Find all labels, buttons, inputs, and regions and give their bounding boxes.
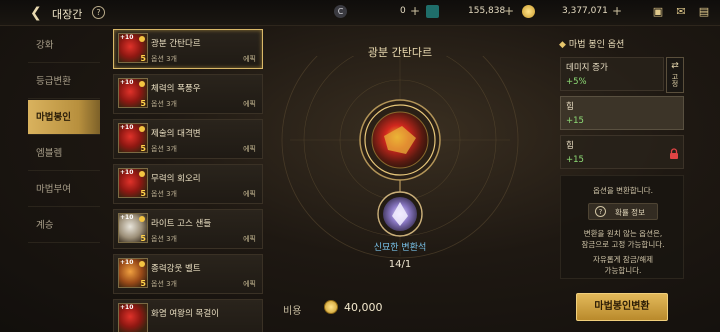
page-title: 대장간 <box>52 8 83 21</box>
item-thumbnail: +10 5 <box>118 168 148 198</box>
lock-hint-line1: 변환을 원치 않는 옵션은, <box>583 229 663 238</box>
item-name: 라이트 고스 샌들 <box>151 219 212 229</box>
item-name: 체력의 폭풍우 <box>151 84 201 94</box>
item-thumbnail: +10 5 <box>118 123 148 153</box>
currency1-add-button[interactable]: + <box>410 4 420 18</box>
option-row-strength-2[interactable]: 힘 +15 <box>560 135 684 169</box>
coin-currency-icon: C <box>334 5 347 18</box>
currency2-add-button[interactable]: + <box>504 4 514 18</box>
item-name: 무력의 회오리 <box>151 174 201 184</box>
nav-item-magic-seal[interactable]: 마법봉인 <box>28 100 100 135</box>
list-item[interactable]: +10 화염 여왕의 목걸이 <box>113 299 263 332</box>
lock-icon[interactable] <box>669 148 679 159</box>
item-grade: 에픽 <box>243 280 256 288</box>
currency3-value: 3,377,071 <box>562 6 608 16</box>
gold-currency-icon <box>522 5 535 18</box>
item-name: 제술의 대격변 <box>151 129 201 139</box>
item-name: 종력강웃 벨트 <box>151 264 201 274</box>
item-grade: 에픽 <box>243 55 256 63</box>
material-name: 신묘한 변환석 <box>373 243 427 253</box>
item-list: +10 5 광분 간탄다르 옵션 3개 에픽 +10 5 체력의 폭풍우 옵션 3개… <box>113 29 263 332</box>
probability-info-button[interactable]: ? 확률 정보 <box>588 203 658 220</box>
item-option-count: 옵션 3개 <box>151 280 177 288</box>
magic-seal-convert-button[interactable]: 마법봉인변환 <box>576 293 668 321</box>
gem-currency-icon <box>426 5 439 18</box>
question-icon: ? <box>595 206 606 217</box>
item-option-count: 옵션 3개 <box>151 190 177 198</box>
lock-hint-line3: 자유롭게 잠금/해제 <box>592 255 654 264</box>
nav-item-emblem[interactable]: 엠블렘 <box>28 136 100 171</box>
forge-screen: ❮ 대장간 ? C 0 + 155,838 + 3,377,071 + ▣ ✉ … <box>0 0 720 332</box>
cost-value: 40,000 <box>344 301 383 314</box>
convert-message: 옵션을 변환합니다. <box>593 186 653 195</box>
material-slot[interactable] <box>377 191 423 237</box>
selected-item-slot[interactable] <box>359 99 441 181</box>
nav-item-inherit[interactable]: 계승 <box>28 208 100 243</box>
item-thumbnail: +10 5 <box>118 78 148 108</box>
item-grade: 에픽 <box>243 190 256 198</box>
list-item[interactable]: +10 5 라이트 고스 샌들 옵션 3개 에픽 <box>113 209 263 249</box>
item-thumbnail: +10 <box>118 303 148 332</box>
mail-icon[interactable]: ✉ <box>673 5 689 19</box>
chest-icon[interactable]: ▣ <box>650 5 666 19</box>
item-grade: 에픽 <box>243 145 256 153</box>
item-option-count: 옵션 3개 <box>151 100 177 108</box>
option-row-damage[interactable]: 데미지 증가 +5% <box>560 57 664 91</box>
bullet-icon: ◆ <box>559 40 566 50</box>
top-bar: ❮ 대장간 ? C 0 + 155,838 + 3,377,071 + ▣ ✉ … <box>0 0 720 26</box>
list-item[interactable]: +10 5 체력의 폭풍우 옵션 3개 에픽 <box>113 74 263 114</box>
option-row-strength-1[interactable]: 힘 +15 <box>560 96 684 130</box>
item-name: 화염 여왕의 목걸이 <box>151 309 219 319</box>
nav-item-grade-convert[interactable]: 등급변환 <box>28 64 100 99</box>
list-item[interactable]: +10 5 종력강웃 벨트 옵션 3개 에픽 <box>113 254 263 294</box>
list-item[interactable]: +10 5 제술의 대격변 옵션 3개 에픽 <box>113 119 263 159</box>
help-icon[interactable]: ? <box>92 6 105 19</box>
item-thumbnail: +10 5 <box>118 258 148 288</box>
gold-coin-icon <box>324 300 338 314</box>
item-name: 광분 간탄다르 <box>151 39 201 49</box>
nav-item-enchant[interactable]: 마법부여 <box>28 172 100 207</box>
back-arrow-icon[interactable]: ❮ <box>30 5 46 21</box>
item-thumbnail: +10 5 <box>118 213 148 243</box>
list-item[interactable]: +10 5 무력의 회오리 옵션 3개 에픽 <box>113 164 263 204</box>
item-option-count: 옵션 3개 <box>151 235 177 243</box>
lock-hint-line2: 잠금으로 고정 가능합니다. <box>581 240 665 249</box>
currency2-value: 155,838 <box>468 6 506 16</box>
item-option-count: 옵션 3개 <box>151 55 177 63</box>
lock-hint-line4: 가능합니다. <box>604 266 642 275</box>
forge-nav: 강화 등급변환 마법봉인 엠블렘 마법부여 계승 <box>28 28 100 244</box>
swap-lock-button[interactable]: ⇄ 고정 <box>666 57 684 93</box>
currency3-add-button[interactable]: + <box>612 4 622 18</box>
cost-label: 비용 <box>283 306 302 317</box>
swap-icon: ⇄ <box>671 61 679 71</box>
material-count: 14/1 <box>388 259 412 270</box>
seal-options-title: ◆ 마법 봉인 옵션 <box>559 40 625 50</box>
seal-info-box: 옵션을 변환합니다. ? 확률 정보 변환을 원치 않는 옵션은, 잠금으로 고… <box>560 175 684 279</box>
chat-icon[interactable]: ▤ <box>696 5 712 19</box>
item-option-count: 옵션 3개 <box>151 145 177 153</box>
currency1-value: 0 <box>400 6 406 16</box>
item-grade: 에픽 <box>243 100 256 108</box>
item-grade: 에픽 <box>243 235 256 243</box>
list-item[interactable]: +10 5 광분 간탄다르 옵션 3개 에픽 <box>113 29 263 69</box>
item-thumbnail: +10 5 <box>118 33 148 63</box>
nav-item-enhance[interactable]: 강화 <box>28 28 100 63</box>
